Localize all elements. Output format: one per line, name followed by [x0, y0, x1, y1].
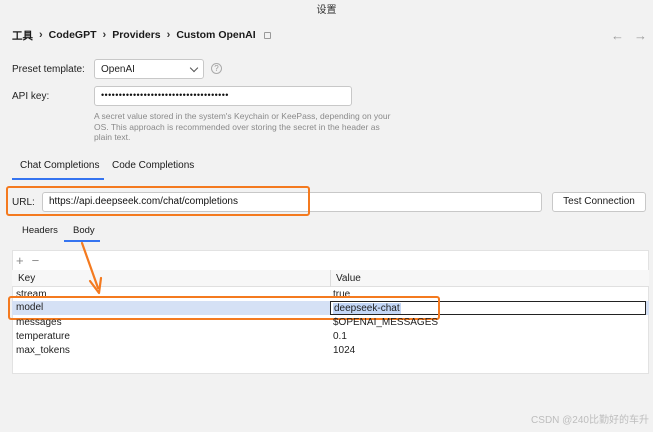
- annotation-arrow-icon: [80, 241, 103, 295]
- watermark: CSDN @240比勤好的车升: [531, 415, 649, 426]
